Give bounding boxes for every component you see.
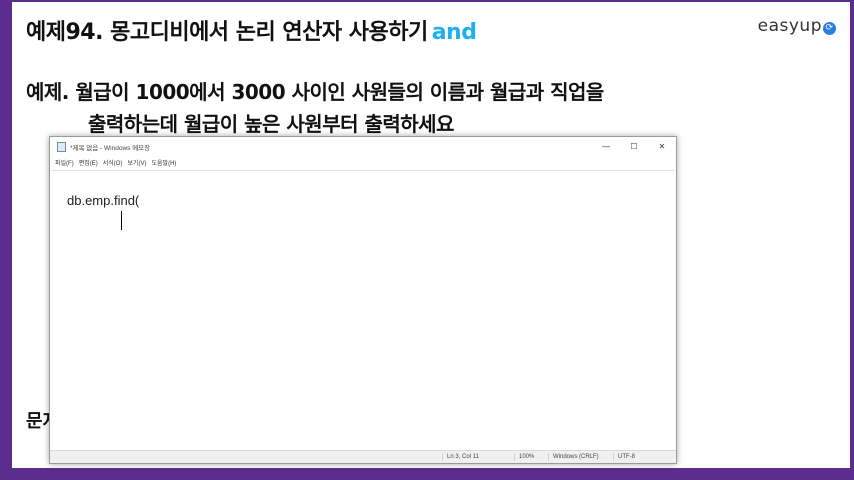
menu-format[interactable]: 서식(O) — [103, 158, 123, 167]
notepad-window[interactable]: *제목 없음 - Windows 메모장 — ☐ ✕ 파일(F) 편집(E) 서… — [49, 136, 677, 464]
status-zoom: 100% — [514, 453, 534, 461]
menu-edit[interactable]: 편집(E) — [79, 158, 98, 167]
menu-view[interactable]: 보기(V) — [127, 158, 146, 167]
minimize-button[interactable]: — — [592, 137, 620, 156]
notepad-icon — [57, 141, 66, 152]
status-position: Ln 3, Col 11 — [442, 453, 479, 461]
notepad-menubar: 파일(F) 편집(E) 서식(O) 보기(V) 도움말(H) — [50, 156, 676, 168]
easyup-logo: easyup ⟳ — [758, 16, 836, 36]
notepad-text-area[interactable]: db.emp.find( — [51, 170, 675, 450]
slide-title: 예제94. 몽고디비에서 논리 연산자 사용하기 and — [26, 14, 477, 46]
problem-statement: 예제. 월급이 1000에서 3000 사이인 사원들의 이름과 월급과 직업을… — [26, 76, 604, 140]
maximize-button[interactable]: ☐ — [620, 137, 648, 156]
menu-help[interactable]: 도움말(H) — [152, 158, 177, 167]
notepad-titlebar[interactable]: *제목 없음 - Windows 메모장 — ☐ ✕ — [50, 137, 676, 156]
menu-file[interactable]: 파일(F) — [55, 158, 74, 167]
notepad-window-title: *제목 없음 - Windows 메모장 — [70, 144, 151, 152]
notepad-statusbar: Ln 3, Col 11 100% Windows (CRLF) UTF-8 — [50, 450, 676, 463]
notepad-content: db.emp.find( — [67, 193, 140, 208]
window-controls: — ☐ ✕ — [592, 137, 676, 156]
text-caret — [121, 211, 122, 230]
problem-line-1: 예제. 월급이 1000에서 3000 사이인 사원들의 이름과 월급과 직업을 — [26, 80, 604, 104]
slide-title-text: 예제94. 몽고디비에서 논리 연산자 사용하기 — [26, 20, 428, 45]
logo-mark-icon: ⟳ — [823, 22, 836, 35]
slide-title-keyword: and — [431, 20, 477, 45]
status-line-ending: Windows (CRLF) — [548, 453, 599, 461]
status-encoding: UTF-8 — [613, 453, 635, 461]
logo-text: easyup — [757, 16, 822, 36]
close-button[interactable]: ✕ — [648, 137, 676, 156]
